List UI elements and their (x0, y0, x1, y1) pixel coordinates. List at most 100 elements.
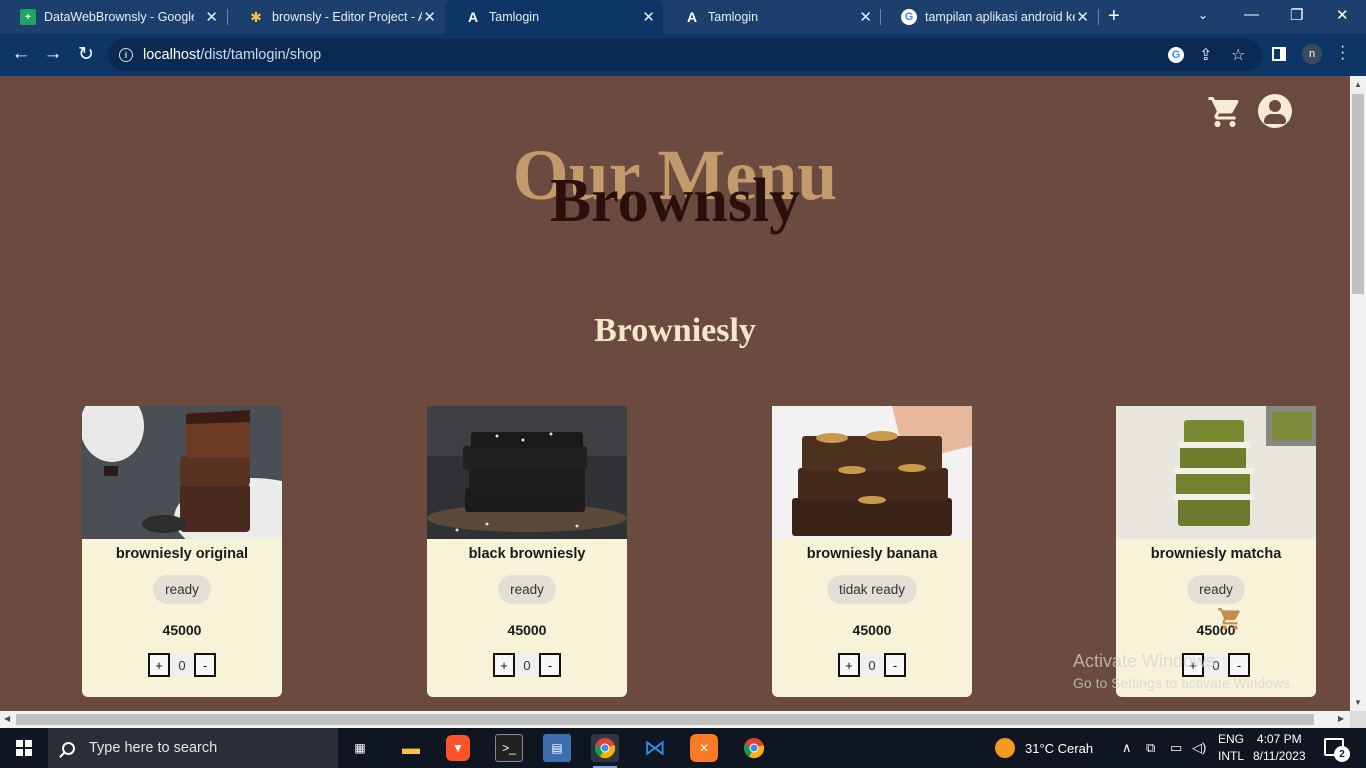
back-arrow-icon[interactable]: ← (9, 43, 33, 65)
show-hidden-icons-chevron-icon[interactable]: ∧ (1122, 728, 1132, 768)
task-view-icon[interactable]: ▦ (346, 734, 374, 762)
tab-title: Tamlogin (489, 10, 540, 24)
restore-icon[interactable]: ❐ (1290, 6, 1303, 24)
browser-tab-bar: + DataWebBrownsly - Google S ✕ ✱ brownsl… (0, 0, 1366, 34)
minimize-icon[interactable]: — (1244, 6, 1259, 23)
language-code: ENG (1218, 732, 1245, 746)
status-badge: ready (498, 575, 556, 604)
clock-time: 4:07 PM (1256, 732, 1302, 746)
windows-start-icon[interactable] (16, 740, 32, 756)
angular-icon: A (686, 9, 698, 25)
system-clock[interactable]: 4:07 PM 8/11/2023 (1253, 731, 1306, 765)
tab-tampilan-aplikasi[interactable]: G tampilan aplikasi android ke ✕ (881, 0, 1097, 34)
window-close-icon[interactable]: ✕ (1336, 6, 1349, 24)
decrement-button[interactable]: - (194, 653, 216, 677)
scrollbar-thumb[interactable] (1352, 94, 1364, 294)
share-icon[interactable]: ⇪ (1199, 45, 1212, 65)
tab-tamlogin[interactable]: A Tamlogin ✕ (664, 0, 880, 34)
product-price: 45000 (507, 622, 547, 638)
weather-text: 31°C Cerah (1025, 740, 1094, 756)
google-icon: G (901, 9, 917, 25)
language-indicator[interactable]: ENG INTL (1218, 731, 1244, 765)
close-icon[interactable]: ✕ (1076, 8, 1089, 26)
tab-search-chevron-icon[interactable]: ⌄ (1198, 8, 1208, 22)
notification-center-icon[interactable]: 2 (1324, 738, 1350, 762)
quantity-value: 0 (860, 653, 884, 677)
tab-separator (1098, 9, 1099, 25)
forward-arrow-icon[interactable]: → (41, 43, 65, 65)
status-badge: ready (1187, 575, 1245, 604)
notification-count-badge: 2 (1334, 746, 1350, 762)
battery-icon[interactable]: ▭ (1170, 728, 1182, 768)
close-icon[interactable]: ✕ (642, 8, 655, 26)
quantity-value: 0 (170, 653, 194, 677)
product-image (1116, 406, 1316, 539)
side-panel-icon[interactable] (1272, 47, 1286, 61)
decrement-button[interactable]: - (539, 653, 561, 677)
increment-button[interactable]: + (493, 653, 515, 677)
product-name: browniesly matcha (1150, 546, 1282, 562)
browser-toolbar: ← → ↻ i localhost/dist/tamlogin/shop G ⇪… (0, 34, 1366, 76)
vscode-icon[interactable]: ⋈ (641, 734, 669, 762)
quantity-stepper: + 0 - (772, 653, 972, 677)
google-lens-icon[interactable]: G (1168, 47, 1184, 63)
terminal-icon[interactable]: >_ (495, 734, 523, 762)
scrollbar-thumb[interactable] (16, 714, 1314, 725)
chrome-icon[interactable] (591, 734, 619, 768)
account-icon[interactable] (1258, 94, 1292, 128)
url-text[interactable]: localhost/dist/tamlogin/shop (143, 47, 321, 63)
file-explorer-icon[interactable]: ▬ (397, 734, 425, 762)
taskbar-search-box[interactable]: Type here to search (48, 728, 338, 768)
tab-title: brownsly - Editor Project - Ap (272, 10, 422, 24)
profile-avatar[interactable]: n (1302, 44, 1322, 64)
status-badge: tidak ready (826, 575, 918, 604)
weather-widget[interactable]: 31°C Cerah (995, 728, 1093, 768)
keyboard-layout: INTL (1218, 749, 1245, 763)
clock-date: 8/11/2023 (1253, 749, 1306, 763)
close-icon[interactable]: ✕ (205, 8, 218, 26)
reload-icon[interactable]: ↻ (74, 43, 98, 66)
product-image (427, 406, 627, 539)
close-icon[interactable]: ✕ (423, 8, 436, 26)
watermark-title: Activate Windows (1073, 651, 1216, 671)
scroll-down-arrow-icon[interactable]: ▼ (1354, 698, 1362, 707)
tab-brownsly-editor[interactable]: ✱ brownsly - Editor Project - Ap ✕ (228, 0, 444, 34)
site-info-icon[interactable]: i (119, 48, 133, 62)
decrement-button[interactable]: - (884, 653, 906, 677)
scroll-left-arrow-icon[interactable]: ◀ (4, 714, 10, 723)
product-card: browniesly banana tidak ready 45000 + 0 … (772, 406, 972, 697)
cart-icon[interactable] (1206, 94, 1244, 135)
floating-cart-icon[interactable] (1216, 606, 1244, 637)
quantity-stepper: + 0 - (427, 653, 627, 677)
increment-button[interactable]: + (148, 653, 170, 677)
more-menu-icon[interactable]: · · · (1340, 39, 1345, 67)
page-viewport: Our Menu Brownsly Browniesly browniesly … (0, 76, 1350, 711)
quantity-value: 0 (515, 653, 539, 677)
bookmark-star-icon[interactable]: ☆ (1231, 45, 1245, 65)
product-card: browniesly original ready 45000 + 0 - (82, 406, 282, 697)
new-tab-plus-icon[interactable]: + (1108, 5, 1120, 28)
scroll-right-arrow-icon[interactable]: ▶ (1338, 714, 1344, 723)
horizontal-scrollbar[interactable]: ◀ ▶ (0, 711, 1350, 728)
windows-activation-watermark: Activate Windows Go to Settings to activ… (1073, 651, 1294, 691)
sun-icon (995, 738, 1015, 758)
device-icon[interactable]: ⧉ (1146, 728, 1155, 768)
product-image (772, 406, 972, 539)
windows-taskbar: Type here to search ▦ ▬ ▼ >_ ▤ ⋈ ✕ 31°C … (0, 728, 1366, 768)
address-bar[interactable]: i localhost/dist/tamlogin/shop G ⇪ ☆ (108, 39, 1262, 71)
scrollbar-corner (1350, 711, 1366, 728)
increment-button[interactable]: + (838, 653, 860, 677)
watermark-subtitle: Go to Settings to activate Windows. (1073, 675, 1294, 691)
chrome-profile-icon[interactable] (740, 734, 768, 762)
tab-tamlogin-active[interactable]: A Tamlogin ✕ (445, 0, 663, 34)
project-editor-icon: ✱ (250, 8, 262, 25)
tab-title: tampilan aplikasi android ke (925, 10, 1075, 24)
volume-icon[interactable]: ◁) (1192, 728, 1206, 768)
brave-browser-icon[interactable]: ▼ (446, 735, 470, 761)
vertical-scrollbar[interactable]: ▲ ▼ (1350, 76, 1366, 711)
remote-desktop-icon[interactable]: ▤ (543, 734, 571, 762)
xampp-icon[interactable]: ✕ (690, 734, 718, 762)
tab-datawebbrownsly[interactable]: + DataWebBrownsly - Google S ✕ (0, 0, 226, 34)
close-icon[interactable]: ✕ (859, 8, 872, 26)
scroll-up-arrow-icon[interactable]: ▲ (1354, 80, 1362, 89)
